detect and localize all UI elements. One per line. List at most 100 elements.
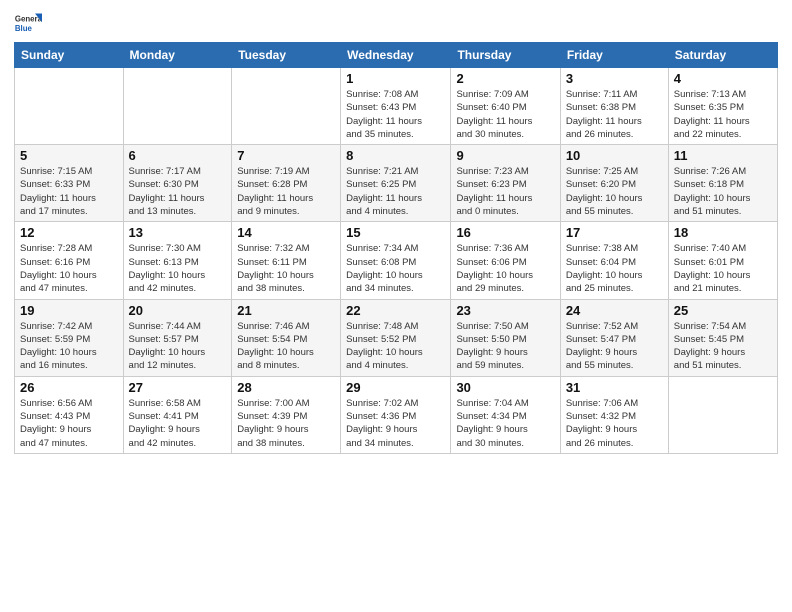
calendar-cell: 31 Sunrise: 7:06 AM Sunset: 4:32 PM Dayli… [560, 376, 668, 453]
calendar-cell: 28 Sunrise: 7:00 AM Sunset: 4:39 PM Dayli… [232, 376, 341, 453]
day-number: 19 [20, 303, 118, 318]
day-info: Sunrise: 7:06 AM Sunset: 4:32 PM Dayligh… [566, 397, 663, 450]
calendar-cell: 7 Sunrise: 7:19 AM Sunset: 6:28 PM Daylig… [232, 145, 341, 222]
day-info: Sunrise: 7:21 AM Sunset: 6:25 PM Dayligh… [346, 165, 445, 218]
day-info: Sunrise: 7:52 AM Sunset: 5:47 PM Dayligh… [566, 320, 663, 373]
day-info: Sunrise: 7:48 AM Sunset: 5:52 PM Dayligh… [346, 320, 445, 373]
day-info: Sunrise: 7:26 AM Sunset: 6:18 PM Dayligh… [674, 165, 772, 218]
day-info: Sunrise: 7:17 AM Sunset: 6:30 PM Dayligh… [129, 165, 227, 218]
calendar-cell: 10 Sunrise: 7:25 AM Sunset: 6:20 PM Dayli… [560, 145, 668, 222]
day-number: 11 [674, 148, 772, 163]
calendar-cell: 18Sunrise: 7:40 AM Sunset: 6:01 PM Dayli… [668, 222, 777, 299]
calendar-cell: 24 Sunrise: 7:52 AM Sunset: 5:47 PM Dayli… [560, 299, 668, 376]
day-number: 17 [566, 225, 663, 240]
calendar-cell: 9 Sunrise: 7:23 AM Sunset: 6:23 PM Daylig… [451, 145, 560, 222]
day-number: 21 [237, 303, 335, 318]
calendar-dow-header: Monday [123, 43, 232, 68]
day-number: 29 [346, 380, 445, 395]
svg-text:Blue: Blue [15, 24, 33, 33]
calendar-week-row: 1Sunrise: 7:08 AM Sunset: 6:43 PM Daylig… [15, 68, 778, 145]
day-info: Sunrise: 7:15 AM Sunset: 6:33 PM Dayligh… [20, 165, 118, 218]
calendar-cell [15, 68, 124, 145]
day-info: Sunrise: 7:11 AM Sunset: 6:38 PM Dayligh… [566, 88, 663, 141]
day-number: 7 [237, 148, 335, 163]
day-number: 10 [566, 148, 663, 163]
calendar-header-row: SundayMondayTuesdayWednesdayThursdayFrid… [15, 43, 778, 68]
calendar-cell: 3 Sunrise: 7:11 AM Sunset: 6:38 PM Daylig… [560, 68, 668, 145]
calendar-cell: 22 Sunrise: 7:48 AM Sunset: 5:52 PM Dayli… [341, 299, 451, 376]
calendar-cell [232, 68, 341, 145]
day-info: Sunrise: 7:19 AM Sunset: 6:28 PM Dayligh… [237, 165, 335, 218]
calendar-cell: 6 Sunrise: 7:17 AM Sunset: 6:30 PM Daylig… [123, 145, 232, 222]
day-info: Sunrise: 7:02 AM Sunset: 4:36 PM Dayligh… [346, 397, 445, 450]
calendar-table: SundayMondayTuesdayWednesdayThursdayFrid… [14, 42, 778, 454]
day-number: 22 [346, 303, 445, 318]
calendar-cell: 15 Sunrise: 7:34 AM Sunset: 6:08 PM Dayli… [341, 222, 451, 299]
calendar-dow-header: Saturday [668, 43, 777, 68]
day-number: 1 [346, 71, 445, 86]
calendar-week-row: 5 Sunrise: 7:15 AM Sunset: 6:33 PM Daylig… [15, 145, 778, 222]
calendar-cell [123, 68, 232, 145]
day-info: Sunrise: 7:38 AM Sunset: 6:04 PM Dayligh… [566, 242, 663, 295]
calendar-cell: 4 Sunrise: 7:13 AM Sunset: 6:35 PM Daylig… [668, 68, 777, 145]
day-info: Sunrise: 7:46 AM Sunset: 5:54 PM Dayligh… [237, 320, 335, 373]
day-info: Sunrise: 7:44 AM Sunset: 5:57 PM Dayligh… [129, 320, 227, 373]
day-number: 27 [129, 380, 227, 395]
calendar-cell: 30Sunrise: 7:04 AM Sunset: 4:34 PM Dayli… [451, 376, 560, 453]
day-number: 13 [129, 225, 227, 240]
day-info: Sunrise: 7:42 AM Sunset: 5:59 PM Dayligh… [20, 320, 118, 373]
calendar-cell: 27 Sunrise: 6:58 AM Sunset: 4:41 PM Dayli… [123, 376, 232, 453]
day-info: Sunrise: 6:56 AM Sunset: 4:43 PM Dayligh… [20, 397, 118, 450]
calendar-cell: 20 Sunrise: 7:44 AM Sunset: 5:57 PM Dayli… [123, 299, 232, 376]
day-info: Sunrise: 7:30 AM Sunset: 6:13 PM Dayligh… [129, 242, 227, 295]
logo-icon: General Blue [14, 10, 42, 38]
day-number: 23 [456, 303, 554, 318]
calendar-cell: 12Sunrise: 7:28 AM Sunset: 6:16 PM Dayli… [15, 222, 124, 299]
calendar-cell: 25Sunrise: 7:54 AM Sunset: 5:45 PM Dayli… [668, 299, 777, 376]
calendar-week-row: 12Sunrise: 7:28 AM Sunset: 6:16 PM Dayli… [15, 222, 778, 299]
calendar-week-row: 26Sunrise: 6:56 AM Sunset: 4:43 PM Dayli… [15, 376, 778, 453]
calendar-cell: 5 Sunrise: 7:15 AM Sunset: 6:33 PM Daylig… [15, 145, 124, 222]
day-number: 20 [129, 303, 227, 318]
calendar-cell: 14 Sunrise: 7:32 AM Sunset: 6:11 PM Dayli… [232, 222, 341, 299]
day-number: 24 [566, 303, 663, 318]
day-number: 3 [566, 71, 663, 86]
calendar-cell: 19 Sunrise: 7:42 AM Sunset: 5:59 PM Dayli… [15, 299, 124, 376]
day-info: Sunrise: 7:25 AM Sunset: 6:20 PM Dayligh… [566, 165, 663, 218]
day-info: Sunrise: 7:36 AM Sunset: 6:06 PM Dayligh… [456, 242, 554, 295]
day-info: Sunrise: 7:04 AM Sunset: 4:34 PM Dayligh… [456, 397, 554, 450]
day-number: 5 [20, 148, 118, 163]
day-info: Sunrise: 7:13 AM Sunset: 6:35 PM Dayligh… [674, 88, 772, 141]
calendar-dow-header: Sunday [15, 43, 124, 68]
day-number: 28 [237, 380, 335, 395]
day-info: Sunrise: 6:58 AM Sunset: 4:41 PM Dayligh… [129, 397, 227, 450]
day-info: Sunrise: 7:34 AM Sunset: 6:08 PM Dayligh… [346, 242, 445, 295]
day-info: Sunrise: 7:23 AM Sunset: 6:23 PM Dayligh… [456, 165, 554, 218]
day-info: Sunrise: 7:09 AM Sunset: 6:40 PM Dayligh… [456, 88, 554, 141]
calendar-dow-header: Thursday [451, 43, 560, 68]
calendar-cell: 29 Sunrise: 7:02 AM Sunset: 4:36 PM Dayli… [341, 376, 451, 453]
day-info: Sunrise: 7:32 AM Sunset: 6:11 PM Dayligh… [237, 242, 335, 295]
logo: General Blue [14, 10, 42, 38]
calendar-cell: 17 Sunrise: 7:38 AM Sunset: 6:04 PM Dayli… [560, 222, 668, 299]
day-number: 14 [237, 225, 335, 240]
day-number: 4 [674, 71, 772, 86]
calendar-dow-header: Wednesday [341, 43, 451, 68]
day-info: Sunrise: 7:50 AM Sunset: 5:50 PM Dayligh… [456, 320, 554, 373]
calendar-cell: 1Sunrise: 7:08 AM Sunset: 6:43 PM Daylig… [341, 68, 451, 145]
day-number: 2 [456, 71, 554, 86]
day-info: Sunrise: 7:00 AM Sunset: 4:39 PM Dayligh… [237, 397, 335, 450]
day-number: 9 [456, 148, 554, 163]
calendar-cell: 26Sunrise: 6:56 AM Sunset: 4:43 PM Dayli… [15, 376, 124, 453]
calendar-dow-header: Friday [560, 43, 668, 68]
day-info: Sunrise: 7:28 AM Sunset: 6:16 PM Dayligh… [20, 242, 118, 295]
day-number: 6 [129, 148, 227, 163]
calendar-cell: 2 Sunrise: 7:09 AM Sunset: 6:40 PM Daylig… [451, 68, 560, 145]
day-number: 31 [566, 380, 663, 395]
day-number: 15 [346, 225, 445, 240]
calendar-cell: 21 Sunrise: 7:46 AM Sunset: 5:54 PM Dayli… [232, 299, 341, 376]
day-info: Sunrise: 7:40 AM Sunset: 6:01 PM Dayligh… [674, 242, 772, 295]
calendar-cell: 16Sunrise: 7:36 AM Sunset: 6:06 PM Dayli… [451, 222, 560, 299]
calendar-dow-header: Tuesday [232, 43, 341, 68]
header: General Blue [14, 10, 778, 38]
